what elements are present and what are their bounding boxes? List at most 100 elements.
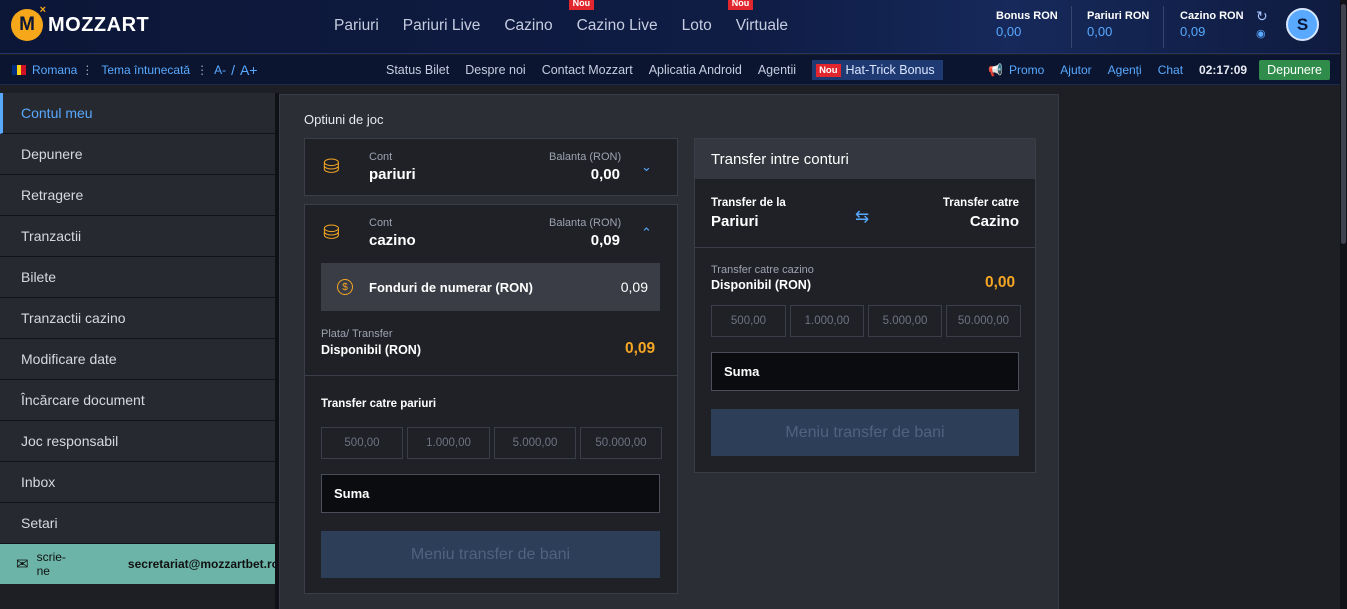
transfer-to-label: Transfer catre [942,197,1019,209]
divider [305,375,677,376]
balance-cazino: Cazino RON 0,09 [1180,10,1244,39]
balance-value: 0,09 [1180,24,1206,39]
coins-icon: ⛁ [323,222,340,244]
top-bar: M × MOZZART Pariuri Pariuri Live Cazino N… [0,0,1347,54]
chevron-down-icon[interactable]: ⌄ [641,159,652,175]
sidebar-item-tranzactii-cazino[interactable]: Tranzactii cazino [0,298,275,339]
language-select[interactable]: Romana [32,63,77,77]
avatar[interactable]: S [1286,8,1319,41]
available-value: 0,00 [985,274,1016,291]
balance-value: 0,09 [590,232,620,249]
amount-input[interactable]: Suma [321,474,660,513]
quick-amount-button[interactable]: 5.000,00 [494,427,576,459]
nav-virtuale[interactable]: Nou Virtuale [727,0,788,35]
link-agenti[interactable]: Agenți [1108,63,1142,77]
main-nav: Pariuri Pariuri Live Cazino Nou Cazino Li… [322,0,800,52]
sidebar-item-depunere[interactable]: Depunere [0,134,275,175]
megaphone-icon: 📢 [988,63,1003,77]
kebab-icon[interactable]: ⋮ [81,63,93,77]
account-cazino-card: ⛁ Cont cazino Balanta (RON) 0,09 ⌃ $ Fon… [304,204,678,594]
quick-amount-button[interactable]: 500,00 [321,427,403,459]
dollar-coin-icon: $ [337,279,353,295]
sidebar-item-tranzactii[interactable]: Tranzactii [0,216,275,257]
link-status-bilet[interactable]: Status Bilet [386,63,449,77]
swap-icon[interactable]: ⇆ [855,207,869,227]
sidebar-item-incarcare-document[interactable]: Încărcare document [0,380,275,421]
link-contact[interactable]: Contact Mozzart [542,63,633,77]
coins-icon: ⛁ [323,156,340,178]
nav-cazino-live[interactable]: Nou Cazino Live [568,0,658,35]
eye-icon[interactable]: ◉ [1256,27,1266,40]
new-badge: Nou [568,0,595,10]
balance-label: Balanta (RON) [549,217,622,229]
link-despre-noi[interactable]: Despre noi [465,63,525,77]
font-separator: / [231,62,235,78]
font-increase-button[interactable]: A+ [240,62,258,78]
quick-amount-button[interactable]: 50.000,00 [580,427,662,459]
new-badge: Nou [727,0,754,10]
font-decrease-button[interactable]: A- [214,63,226,77]
nav-pariuri-live[interactable]: Pariuri Live [403,17,481,35]
balance-bonus: Bonus RON 0,00 [996,10,1058,39]
sidebar-item-bilete[interactable]: Bilete [0,257,275,298]
link-chat[interactable]: Chat [1158,63,1183,77]
refresh-icon[interactable]: ↻ [1256,8,1268,25]
payment-label: Plata/ Transfer [321,328,393,340]
quick-amount-button[interactable]: 50.000,00 [946,305,1021,337]
nav-pariuri[interactable]: Pariuri [334,17,379,35]
chevron-up-icon[interactable]: ⌃ [641,225,652,241]
link-ajutor[interactable]: Ajutor [1060,63,1091,77]
account-label: Cont [369,217,393,229]
cash-funds-value: 0,09 [620,279,648,295]
sidebar-item-modificare-date[interactable]: Modificare date [0,339,275,380]
quick-amount-button[interactable]: 5.000,00 [868,305,942,337]
contact-email-bar[interactable]: ✉ scrie-ne secretariat@mozzartbet.ro [0,544,279,584]
balance-value: 0,00 [996,24,1022,39]
page-title: Optiuni de joc [304,112,384,127]
quick-amount-button[interactable]: 500,00 [711,305,786,337]
contact-email[interactable]: secretariat@mozzartbet.ro [128,557,279,571]
available-label: Disponibil (RON) [711,278,811,292]
transfer-to-casino-label: Transfer catre cazino [711,264,814,276]
transfer-money-button[interactable]: Meniu transfer de bani [321,531,660,578]
sidebar-item-retragere[interactable]: Retragere [0,175,275,216]
sidebar-item-setari[interactable]: Setari [0,503,275,544]
balance-label: Balanta (RON) [549,151,622,163]
divider [1163,6,1164,48]
balance-value: 0,00 [1087,24,1113,39]
kebab-icon[interactable]: ⋮ [196,63,208,77]
link-android-app[interactable]: Aplicatia Android [649,63,742,77]
link-agentii[interactable]: Agentii [758,63,796,77]
quick-amount-button[interactable]: 1.000,00 [790,305,864,337]
account-pariuri-card[interactable]: ⛁ Cont pariuri Balanta (RON) 0,00 ⌄ [304,138,678,196]
envelope-icon: ✉ [16,556,29,573]
theme-toggle[interactable]: Tema întunecată [101,63,190,77]
new-badge: Nou [816,63,841,77]
account-label: Cont [369,151,393,163]
mozzart-logo[interactable]: M × MOZZART [11,4,149,41]
sidebar-item-joc-responsabil[interactable]: Joc responsabil [0,421,275,462]
balance-label: Pariuri RON [1087,10,1150,22]
quick-amounts: 500,00 1.000,00 5.000,00 50.000,00 [321,427,662,459]
available-value: 0,09 [625,340,656,357]
quick-amounts: 500,00 1.000,00 5.000,00 50.000,00 [711,305,1021,337]
nav-loto[interactable]: Loto [682,17,712,35]
hat-trick-bonus-link[interactable]: Nou Hat-Trick Bonus [812,60,943,80]
contact-label: scrie-ne [36,550,66,578]
scrollbar-thumb[interactable] [1341,4,1346,244]
transfer-money-button[interactable]: Meniu transfer de bani [711,409,1019,456]
transfer-to-value: Cazino [969,213,1019,230]
link-promo[interactable]: Promo [1009,63,1044,77]
nav-cazino[interactable]: Cazino [504,17,552,35]
sub-bar: Romana ⋮ Tema întunecată ⋮ A- / A+ Statu… [0,55,1340,85]
divider [695,247,1035,248]
cash-funds-row: $ Fonduri de numerar (RON) 0,09 [321,263,660,311]
sidebar-item-inbox[interactable]: Inbox [0,462,275,503]
balance-label: Cazino RON [1180,10,1244,22]
account-sidebar: Contul meu Depunere Retragere Tranzactii… [0,93,275,544]
sidebar-item-contul-meu[interactable]: Contul meu [0,93,275,134]
quick-amount-button[interactable]: 1.000,00 [407,427,490,459]
deposit-button[interactable]: Depunere [1259,60,1330,80]
amount-input[interactable]: Suma [711,352,1019,391]
balance-pariuri: Pariuri RON 0,00 [1087,10,1149,39]
